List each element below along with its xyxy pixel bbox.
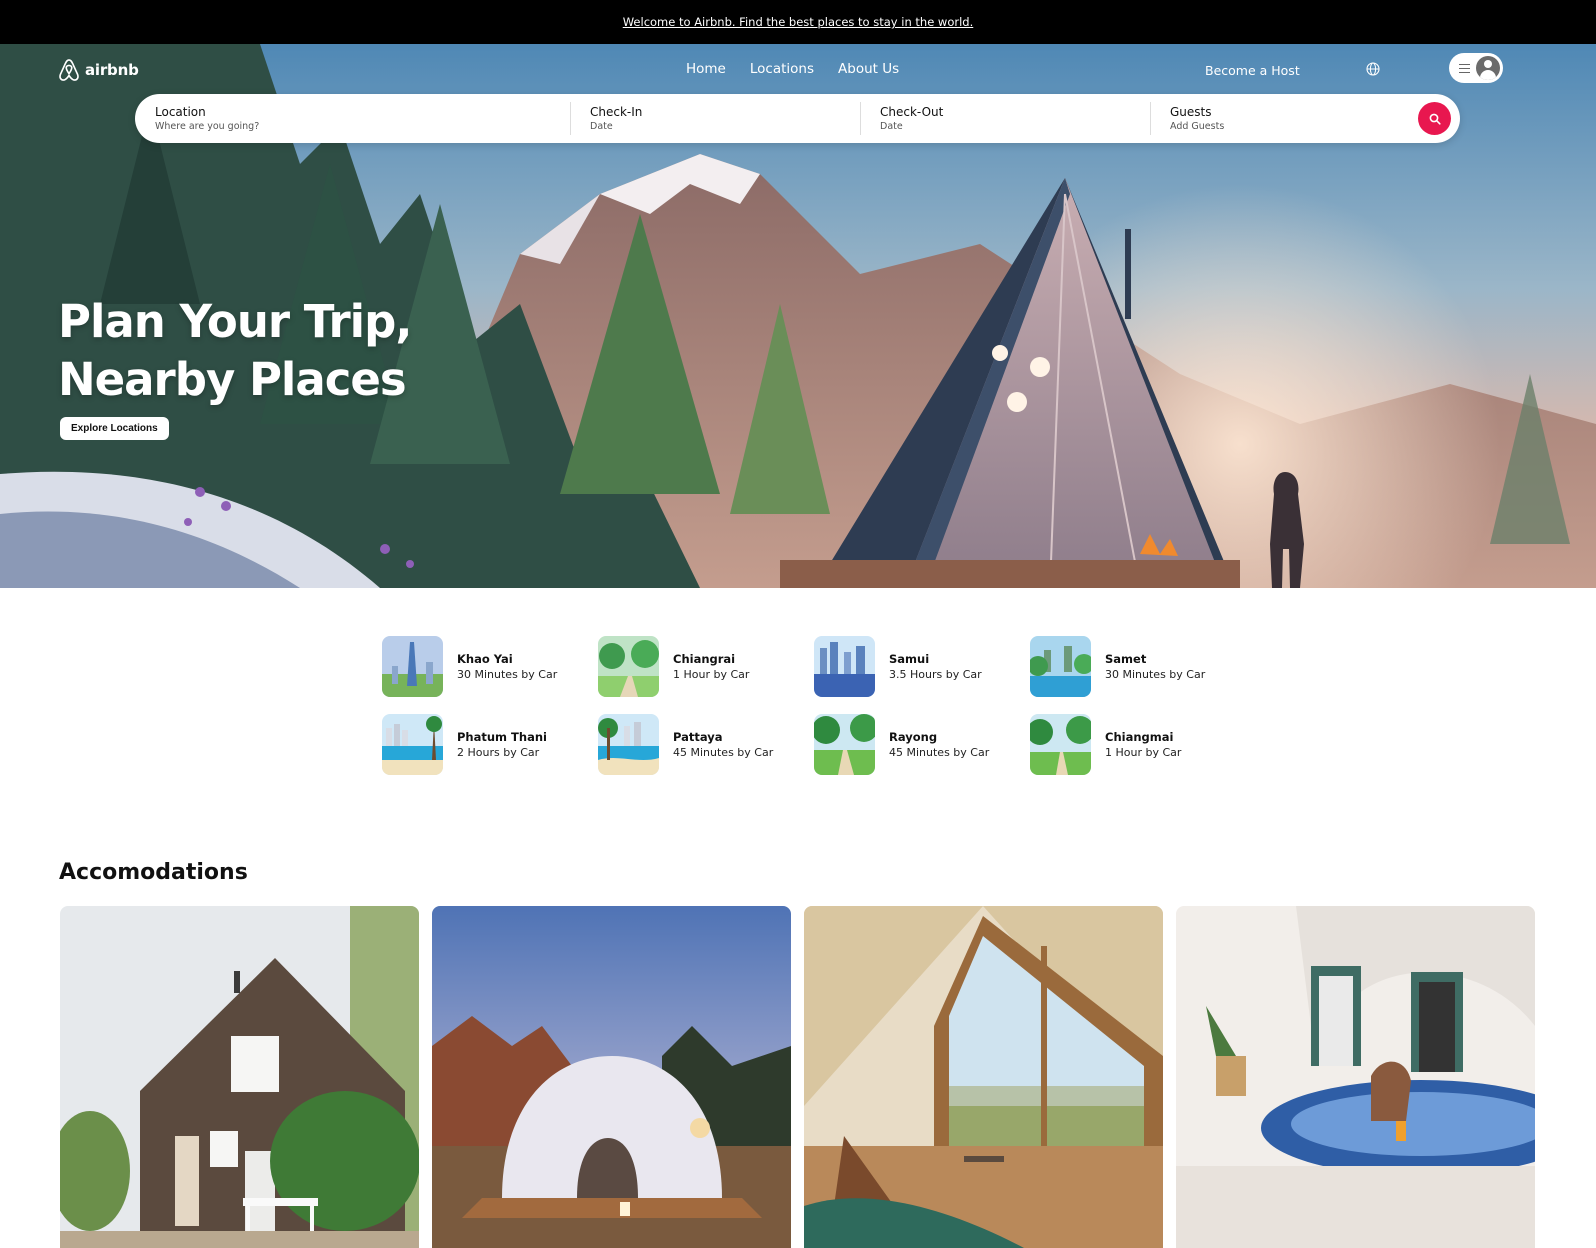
- become-host-link[interactable]: Become a Host: [1205, 63, 1300, 78]
- hero-headline-line-1: Plan Your Trip,: [58, 295, 412, 348]
- hero-headline: Plan Your Trip, Nearby Places: [58, 293, 412, 409]
- location-thumbnail: [814, 714, 875, 775]
- location-distance: 2 Hours by Car: [457, 746, 540, 759]
- location-placeholder: Where are you going?: [155, 121, 260, 132]
- location-thumbnail: [1030, 714, 1091, 775]
- location-name: Chiangmai: [1105, 730, 1174, 744]
- location-thumbnail: [1030, 636, 1091, 697]
- guests-value: Add Guests: [1170, 121, 1225, 132]
- announcement-bar: Welcome to Airbnb. Find the best places …: [0, 0, 1596, 44]
- hamburger-icon: [1459, 63, 1470, 73]
- location-field[interactable]: Location Where are you going?: [135, 94, 570, 143]
- search-bar: Location Where are you going? Check-In D…: [135, 94, 1460, 143]
- check-in-field[interactable]: Check-In Date: [570, 94, 860, 143]
- nav-home[interactable]: Home: [686, 61, 726, 77]
- page: Welcome to Airbnb. Find the best places …: [0, 0, 1596, 1248]
- nearby-locations-grid: Khao Yai 30 Minutes by Car Chiangrai 1 H…: [382, 636, 1262, 775]
- accommodation-card[interactable]: [1176, 906, 1535, 1248]
- nav-about-us[interactable]: About Us: [838, 61, 899, 77]
- location-distance: 1 Hour by Car: [1105, 746, 1182, 759]
- location-thumbnail: [382, 714, 443, 775]
- location-name: Rayong: [889, 730, 938, 744]
- location-thumbnail: [598, 636, 659, 697]
- location-distance: 45 Minutes by Car: [673, 746, 774, 759]
- hero-section: airbnb Home Locations About Us Become a …: [0, 44, 1596, 588]
- location-distance: 45 Minutes by Car: [889, 746, 990, 759]
- search-icon: [1429, 113, 1441, 125]
- location-item[interactable]: Khao Yai 30 Minutes by Car: [382, 636, 598, 697]
- globe-icon[interactable]: [1366, 62, 1380, 76]
- accommodation-card[interactable]: [804, 906, 1163, 1248]
- location-name: Pattaya: [673, 730, 723, 744]
- location-distance: 30 Minutes by Car: [457, 668, 558, 681]
- location-thumbnail: [382, 636, 443, 697]
- explore-locations-button[interactable]: Explore Locations: [60, 417, 169, 440]
- accommodation-card[interactable]: [60, 906, 419, 1248]
- location-thumbnail: [814, 636, 875, 697]
- check-in-label: Check-In: [590, 105, 643, 119]
- accommodation-photo: [804, 906, 1163, 1248]
- accommodation-photo: [1176, 906, 1535, 1248]
- hero-headline-line-2: Nearby Places: [58, 353, 407, 406]
- location-label: Location: [155, 105, 206, 119]
- user-avatar-icon: [1476, 56, 1500, 80]
- accommodation-photo: [432, 906, 791, 1248]
- brand-logo[interactable]: airbnb: [58, 58, 139, 82]
- search-button[interactable]: [1418, 102, 1451, 135]
- guests-field[interactable]: Guests Add Guests: [1150, 94, 1410, 143]
- accommodation-card[interactable]: [432, 906, 791, 1248]
- location-name: Samui: [889, 652, 930, 666]
- accommodations-row: [60, 906, 1535, 1248]
- brand-name: airbnb: [85, 61, 139, 79]
- airbnb-logo-icon: [59, 59, 79, 81]
- accommodation-photo: [60, 906, 419, 1248]
- location-name: Khao Yai: [457, 652, 513, 666]
- announcement-link[interactable]: Welcome to Airbnb. Find the best places …: [623, 15, 974, 29]
- check-out-value: Date: [880, 121, 903, 132]
- location-item[interactable]: Samui 3.5 Hours by Car: [814, 636, 1030, 697]
- location-item[interactable]: Samet 30 Minutes by Car: [1030, 636, 1246, 697]
- location-item[interactable]: Phatum Thani 2 Hours by Car: [382, 714, 598, 775]
- location-name: Chiangrai: [673, 652, 736, 666]
- location-distance: 1 Hour by Car: [673, 668, 750, 681]
- location-name: Phatum Thani: [457, 730, 547, 744]
- user-menu-button[interactable]: [1449, 53, 1503, 83]
- check-in-value: Date: [590, 121, 613, 132]
- check-out-field[interactable]: Check-Out Date: [860, 94, 1150, 143]
- check-out-label: Check-Out: [880, 105, 944, 119]
- accommodations-heading: Accomodations: [59, 860, 248, 885]
- guests-label: Guests: [1170, 105, 1212, 119]
- nav-locations[interactable]: Locations: [750, 61, 814, 77]
- location-name: Samet: [1105, 652, 1147, 666]
- location-thumbnail: [598, 714, 659, 775]
- location-distance: 3.5 Hours by Car: [889, 668, 982, 681]
- location-item[interactable]: Rayong 45 Minutes by Car: [814, 714, 1030, 775]
- location-item[interactable]: Pattaya 45 Minutes by Car: [598, 714, 814, 775]
- location-item[interactable]: Chiangrai 1 Hour by Car: [598, 636, 814, 697]
- location-distance: 30 Minutes by Car: [1105, 668, 1206, 681]
- location-item[interactable]: Chiangmai 1 Hour by Car: [1030, 714, 1246, 775]
- main-nav: Home Locations About Us: [686, 61, 899, 77]
